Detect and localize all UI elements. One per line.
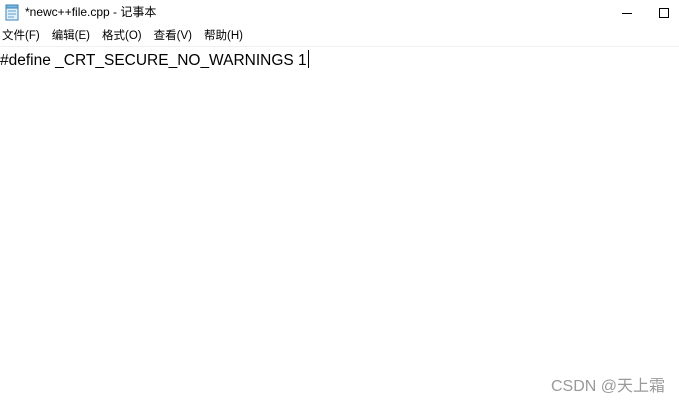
menu-format[interactable]: 格式(O) (102, 27, 148, 45)
text-editor-area[interactable]: #define _CRT_SECURE_NO_WARNINGS 1 (0, 47, 679, 403)
editor-line-1[interactable]: #define _CRT_SECURE_NO_WARNINGS 1 (0, 50, 309, 71)
watermark: CSDN @天上霜 (550, 378, 665, 395)
menu-bar: 文件(F) 编辑(E) 格式(O) 查看(V) 帮助(H) (0, 26, 679, 46)
text-caret (307, 50, 309, 68)
menu-file[interactable]: 文件(F) (2, 27, 46, 45)
window-title: *newc++file.cpp - 记事本 (25, 5, 157, 19)
maximize-icon (658, 8, 669, 18)
editor-line-text: #define _CRT_SECURE_NO_WARNINGS 1 (0, 52, 307, 69)
minimize-button[interactable] (604, 0, 650, 26)
notepad-icon (5, 4, 19, 21)
maximize-button[interactable] (648, 0, 679, 26)
menu-help[interactable]: 帮助(H) (204, 27, 249, 45)
notepad-window: *newc++file.cpp - 记事本 文件(F) 编辑(E) 格式(O) … (0, 0, 679, 403)
menu-edit[interactable]: 编辑(E) (52, 27, 96, 45)
minimize-icon (622, 13, 632, 14)
title-bar[interactable]: *newc++file.cpp - 记事本 (0, 0, 679, 26)
menu-view[interactable]: 查看(V) (154, 27, 198, 45)
